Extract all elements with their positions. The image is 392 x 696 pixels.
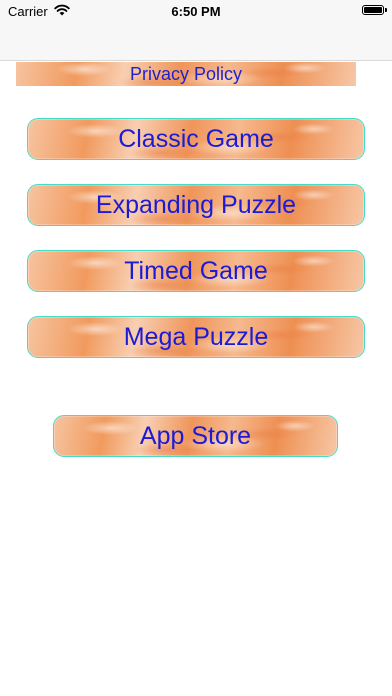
privacy-policy-link[interactable]: Privacy Policy bbox=[16, 62, 356, 86]
app-store-button[interactable]: App Store bbox=[53, 415, 338, 457]
navigation-bar bbox=[0, 22, 392, 61]
expanding-puzzle-button[interactable]: Expanding Puzzle bbox=[27, 184, 365, 226]
status-bar: Carrier 6:50 PM bbox=[0, 0, 392, 22]
classic-game-button[interactable]: Classic Game bbox=[27, 118, 365, 160]
timed-game-button[interactable]: Timed Game bbox=[27, 250, 365, 292]
status-time: 6:50 PM bbox=[171, 4, 221, 19]
battery-icon bbox=[362, 5, 387, 15]
mega-puzzle-button[interactable]: Mega Puzzle bbox=[27, 316, 365, 358]
